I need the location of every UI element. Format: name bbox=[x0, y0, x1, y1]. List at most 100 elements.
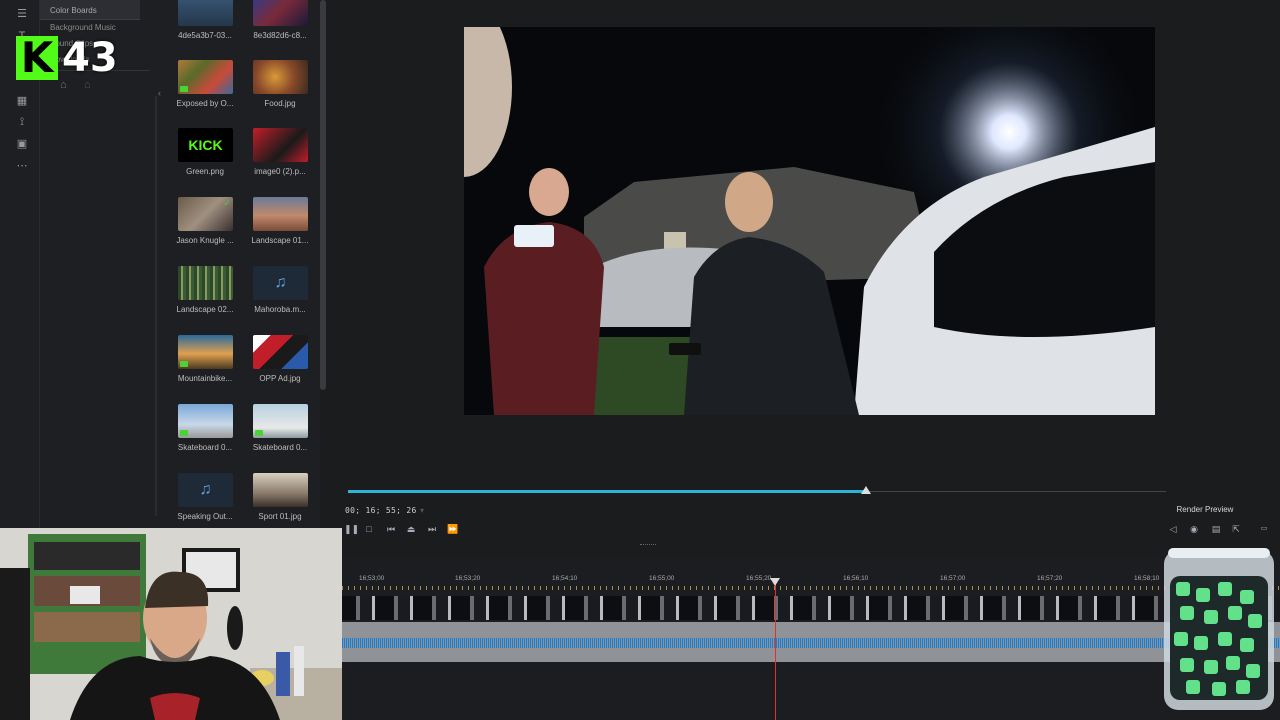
media-thumbnail bbox=[253, 0, 308, 26]
volume-icon[interactable]: ◁ bbox=[1166, 523, 1180, 535]
timeline-playhead[interactable] bbox=[775, 582, 776, 720]
media-label: Landscape 02... bbox=[176, 305, 234, 314]
media-item[interactable]: Landscape 02... bbox=[170, 266, 240, 314]
ruler-label: 16;53;20 bbox=[455, 575, 481, 582]
media-item[interactable]: 4de5a3b7-03... bbox=[170, 0, 240, 40]
jar-graphic bbox=[1164, 548, 1274, 710]
display-settings-icon[interactable]: ▤ bbox=[1209, 523, 1223, 535]
webcam-overlay bbox=[0, 528, 342, 720]
media-thumbnail bbox=[253, 128, 308, 162]
ruler-label: 16;55;20 bbox=[746, 575, 772, 582]
media-label: Jason Knugle ... bbox=[176, 236, 234, 245]
ruler-label: 16;54;10 bbox=[552, 575, 578, 582]
media-label: Mountainbike... bbox=[177, 374, 233, 383]
kick-overlay: K 43 bbox=[16, 36, 134, 82]
media-item[interactable]: 8e3d82d6-c8... bbox=[245, 0, 315, 40]
media-thumbnail bbox=[178, 266, 233, 300]
video-track-clip[interactable] bbox=[342, 596, 1280, 620]
media-thumbnail bbox=[253, 404, 308, 438]
media-item[interactable]: image0 (2).p... bbox=[245, 128, 315, 176]
video-editor-window: ☰ T ▦ ⟟ ▣ ⋯ Color Boards Background Musi… bbox=[0, 0, 1280, 720]
media-item[interactable]: Mountainbike... bbox=[170, 335, 240, 383]
collapse-panel-icon[interactable]: ‹ bbox=[158, 88, 161, 98]
timecode-display[interactable]: 00; 16; 55; 26 bbox=[345, 506, 417, 515]
media-item[interactable]: Food.jpg bbox=[245, 60, 315, 108]
media-item[interactable]: Exposed by O... bbox=[170, 60, 240, 108]
scrubber-track[interactable] bbox=[866, 491, 1166, 492]
media-thumbnail: ✓ bbox=[178, 197, 233, 231]
media-label: OPP Ad.jpg bbox=[259, 374, 301, 383]
media-scrollbar[interactable] bbox=[320, 0, 326, 390]
media-thumbnail bbox=[178, 404, 233, 438]
video-frame bbox=[464, 27, 1155, 415]
previous-frame-icon[interactable]: ⏮ bbox=[384, 523, 398, 535]
fast-forward-icon[interactable]: ⏩ bbox=[446, 523, 460, 535]
snapshot-marker-icon[interactable]: ⏏ bbox=[404, 523, 418, 535]
media-item[interactable]: Skateboard 0... bbox=[170, 404, 240, 452]
media-thumbnail: KICK bbox=[178, 128, 233, 162]
media-icon[interactable]: ☰ bbox=[15, 8, 29, 20]
media-label: Exposed by O... bbox=[176, 99, 234, 108]
kick-logo: K bbox=[16, 36, 58, 80]
media-library-grid: 4de5a3b7-03... 8e3d82d6-c8... Exposed by… bbox=[170, 0, 320, 528]
category-background-music[interactable]: Background Music bbox=[50, 23, 116, 32]
render-preview-button[interactable]: Render Preview bbox=[1170, 505, 1240, 518]
undock-icon[interactable]: ⇱ bbox=[1229, 523, 1243, 535]
media-thumbnail bbox=[253, 60, 308, 94]
media-item[interactable]: ✓ Jason Knugle ... bbox=[170, 197, 240, 245]
media-item[interactable]: OPP Ad.jpg bbox=[245, 335, 315, 383]
media-thumbnail bbox=[253, 197, 308, 231]
filter-icon[interactable]: ⟟ bbox=[15, 116, 29, 128]
media-label: Sport 01.jpg bbox=[258, 512, 302, 521]
timecode-dropdown-icon[interactable]: ▾ bbox=[420, 506, 424, 515]
media-label: Mahoroba.m... bbox=[254, 305, 306, 314]
media-label: Skateboard 0... bbox=[177, 443, 233, 452]
playhead-handle[interactable] bbox=[770, 578, 780, 586]
media-label: 4de5a3b7-03... bbox=[178, 31, 232, 40]
media-thumbnail bbox=[178, 60, 233, 94]
media-label: Speaking Out... bbox=[177, 512, 233, 521]
media-item[interactable]: Skateboard 0... bbox=[245, 404, 315, 452]
ruler-label: 16;58;10 bbox=[1134, 575, 1160, 582]
audio-track-clip[interactable] bbox=[342, 622, 1280, 662]
music-note-icon: ♫ bbox=[178, 473, 233, 507]
ruler-ticks bbox=[342, 586, 1280, 590]
media-thumbnail bbox=[178, 335, 233, 369]
media-label: Food.jpg bbox=[264, 99, 296, 108]
media-label: 8e3d82d6-c8... bbox=[253, 31, 307, 40]
transition-icon[interactable]: ▣ bbox=[15, 138, 29, 150]
media-label: image0 (2).p... bbox=[254, 167, 306, 176]
panel-resize-grip[interactable] bbox=[640, 544, 656, 546]
media-label: Landscape 01... bbox=[251, 236, 309, 245]
panel-splitter[interactable] bbox=[155, 96, 157, 516]
audio-waveform bbox=[342, 638, 1280, 648]
media-item[interactable]: ♫ Mahoroba.m... bbox=[245, 266, 315, 314]
media-item[interactable]: Sport 01.jpg bbox=[245, 473, 315, 521]
scrubber-handle[interactable] bbox=[861, 486, 871, 494]
ruler-label: 16;53;00 bbox=[359, 575, 385, 582]
media-item[interactable]: KICK Green.png bbox=[170, 128, 240, 176]
music-note-icon: ♫ bbox=[253, 266, 308, 300]
media-thumbnail bbox=[253, 473, 308, 507]
ruler-label: 16;57;00 bbox=[940, 575, 966, 582]
ruler-label: 16;55;00 bbox=[649, 575, 675, 582]
ruler-label: 16;56;10 bbox=[843, 575, 869, 582]
camera-snapshot-icon[interactable]: ◉ bbox=[1187, 523, 1201, 535]
category-color-boards[interactable]: Color Boards bbox=[50, 6, 97, 15]
webcam-frame bbox=[0, 528, 342, 720]
kick-jar-overlay bbox=[1162, 548, 1276, 712]
more-icon[interactable]: ⋯ bbox=[15, 160, 29, 172]
video-preview bbox=[464, 27, 1155, 415]
aspect-ratio-icon[interactable]: ▭ bbox=[1254, 523, 1274, 535]
effects-icon[interactable]: ▦ bbox=[15, 95, 29, 107]
check-icon: ✓ bbox=[223, 198, 231, 208]
media-thumbnail bbox=[253, 335, 308, 369]
stop-button[interactable]: □ bbox=[362, 523, 376, 535]
next-frame-icon[interactable]: ⏭ bbox=[425, 523, 439, 535]
media-label: Skateboard 0... bbox=[252, 443, 308, 452]
scrubber-progress[interactable] bbox=[348, 490, 866, 493]
media-item[interactable]: ♫ Speaking Out... bbox=[170, 473, 240, 521]
pause-button[interactable]: ❚❚ bbox=[344, 523, 359, 535]
overlay-number: 43 bbox=[62, 35, 118, 81]
media-item[interactable]: Landscape 01... bbox=[245, 197, 315, 245]
